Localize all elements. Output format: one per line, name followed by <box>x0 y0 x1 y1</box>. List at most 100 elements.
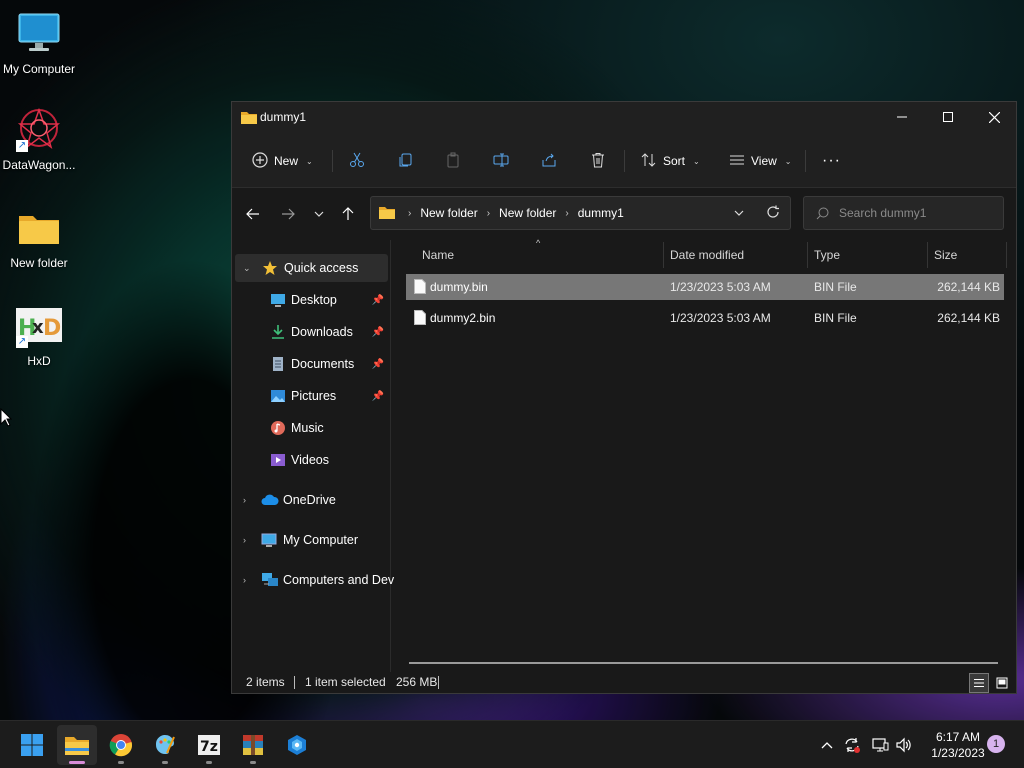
pin-icon: 📌 <box>371 390 384 402</box>
column-header-date[interactable]: Date modified <box>670 248 744 262</box>
column-divider[interactable] <box>927 242 928 268</box>
sidebar-item-pictures[interactable]: Pictures 📌 <box>232 382 388 410</box>
refresh-button[interactable] <box>766 205 780 222</box>
search-input[interactable]: Search dummy1 <box>803 196 1004 230</box>
speaker-icon <box>896 737 911 753</box>
file-list: Name ^ Date modified Type Size dummy.bin… <box>392 238 1016 672</box>
winrar-icon <box>243 735 263 755</box>
folder-icon <box>379 205 395 222</box>
hxd-icon: H x D ↗ <box>16 302 62 348</box>
mouse-cursor-icon <box>0 407 13 431</box>
desktop-icon-hxd[interactable]: H x D ↗ HxD <box>0 294 78 374</box>
taskbar-file-explorer[interactable] <box>57 725 97 765</box>
file-icon <box>414 310 426 328</box>
column-header-name[interactable]: Name <box>422 248 454 262</box>
arrow-up-icon <box>342 207 354 220</box>
breadcrumb-item[interactable]: New folder <box>420 206 477 220</box>
cut-button[interactable] <box>349 148 365 174</box>
breadcrumb-item[interactable]: dummy1 <box>578 206 624 220</box>
taskbar-winrar[interactable] <box>233 725 273 765</box>
taskbar-7zip[interactable]: 7z <box>189 725 229 765</box>
copy-button[interactable] <box>398 148 414 174</box>
file-row[interactable]: dummy2.bin 1/23/2023 5:03 AM BIN File 26… <box>406 305 1004 331</box>
title-bar[interactable]: dummy1 <box>232 102 1016 134</box>
file-row[interactable]: dummy.bin 1/23/2023 5:03 AM BIN File 262… <box>406 274 1004 300</box>
view-button[interactable]: View ⌄ <box>729 148 792 174</box>
taskbar-paint[interactable] <box>145 725 185 765</box>
navigation-row: › New folder › New folder › dummy1 Searc… <box>232 188 1016 240</box>
start-button[interactable] <box>12 725 52 765</box>
sidebar-item-desktop[interactable]: Desktop 📌 <box>232 286 388 314</box>
desktop-icon-my-computer[interactable]: My Computer <box>0 2 78 82</box>
app-icon <box>288 735 306 755</box>
new-button[interactable]: New ⌄ <box>252 148 313 174</box>
network-icon <box>872 738 889 752</box>
download-icon <box>270 324 286 340</box>
running-indicator <box>162 761 168 764</box>
pictures-icon <box>270 388 286 404</box>
videos-icon <box>270 452 286 468</box>
column-divider[interactable] <box>807 242 808 268</box>
address-bar[interactable]: › New folder › New folder › dummy1 <box>370 196 791 230</box>
horizontal-scrollbar[interactable] <box>409 662 998 664</box>
column-header-type[interactable]: Type <box>814 248 840 262</box>
minimize-button[interactable] <box>879 102 925 132</box>
notification-badge[interactable]: 1 <box>987 735 1005 753</box>
chevron-right-icon: › <box>243 495 246 505</box>
volume-button[interactable] <box>893 721 915 768</box>
sidebar-item-network[interactable]: › Computers and Dev <box>232 566 394 594</box>
sidebar-item-downloads[interactable]: Downloads 📌 <box>232 318 388 346</box>
share-button[interactable] <box>541 148 557 174</box>
tiles-view-icon <box>996 677 1008 689</box>
network-status-button[interactable] <box>868 721 892 768</box>
sidebar-item-quick-access[interactable]: ⌄ Quick access <box>235 254 388 282</box>
maximize-button[interactable] <box>925 102 971 132</box>
column-divider[interactable] <box>663 242 664 268</box>
divider <box>438 676 439 689</box>
monitor-icon <box>16 10 62 56</box>
rename-button[interactable] <box>493 148 509 174</box>
sort-ascending-icon: ^ <box>536 238 541 248</box>
sidebar-item-videos[interactable]: Videos <box>232 446 388 474</box>
sidebar-item-label: Pictures <box>291 389 337 403</box>
desktop-icon-datawagon[interactable]: ↗ DataWagon... <box>0 98 78 178</box>
paint-icon <box>155 734 175 754</box>
sidebar-item-documents[interactable]: Documents 📌 <box>232 350 388 378</box>
column-header-size[interactable]: Size <box>934 248 957 262</box>
clock[interactable]: 6:17 AM 1/23/2023 <box>918 729 998 761</box>
file-explorer-window: dummy1 New ⌄ Sort ⌄ View ⌄ ··· › New fol… <box>231 101 1017 694</box>
sidebar-item-label: Documents <box>291 357 355 371</box>
file-icon <box>414 279 426 297</box>
show-hidden-icons-button[interactable] <box>816 721 838 768</box>
navigation-pane: ⌄ Quick access Desktop 📌 Downloads 📌 Doc… <box>232 240 394 672</box>
clock-date: 1/23/2023 <box>931 746 985 760</box>
breadcrumb-item[interactable]: New folder <box>499 206 556 220</box>
paste-button[interactable] <box>445 148 461 174</box>
arrow-right-icon <box>282 208 295 220</box>
back-button[interactable] <box>241 202 265 226</box>
shortcut-arrow-icon: ↗ <box>16 140 28 152</box>
delete-button[interactable] <box>590 148 606 174</box>
desktop-icon-new-folder[interactable]: New folder <box>0 196 78 276</box>
taskbar-app[interactable] <box>277 725 317 765</box>
column-divider[interactable] <box>1006 242 1007 268</box>
address-dropdown-button[interactable] <box>733 207 745 222</box>
sidebar-item-onedrive[interactable]: › OneDrive <box>232 486 388 514</box>
details-view-button[interactable] <box>969 673 989 693</box>
start-icon <box>21 734 43 756</box>
sidebar-item-music[interactable]: Music <box>232 414 388 442</box>
more-options-button[interactable]: ··· <box>822 148 841 174</box>
clock-time: 6:17 AM <box>935 730 981 744</box>
up-button[interactable] <box>336 202 360 226</box>
forward-button[interactable] <box>276 202 300 226</box>
sidebar-item-label: Desktop <box>291 293 337 307</box>
running-indicator <box>118 761 124 764</box>
recent-locations-button[interactable] <box>307 202 331 226</box>
tiles-view-button[interactable] <box>992 673 1012 693</box>
taskbar-chrome[interactable] <box>101 725 141 765</box>
close-button[interactable] <box>971 102 1017 132</box>
sidebar-item-my-computer[interactable]: › My Computer <box>232 526 388 554</box>
sync-status-button[interactable] <box>840 721 864 768</box>
sort-button[interactable]: Sort ⌄ <box>641 148 700 174</box>
running-indicator <box>206 761 212 764</box>
